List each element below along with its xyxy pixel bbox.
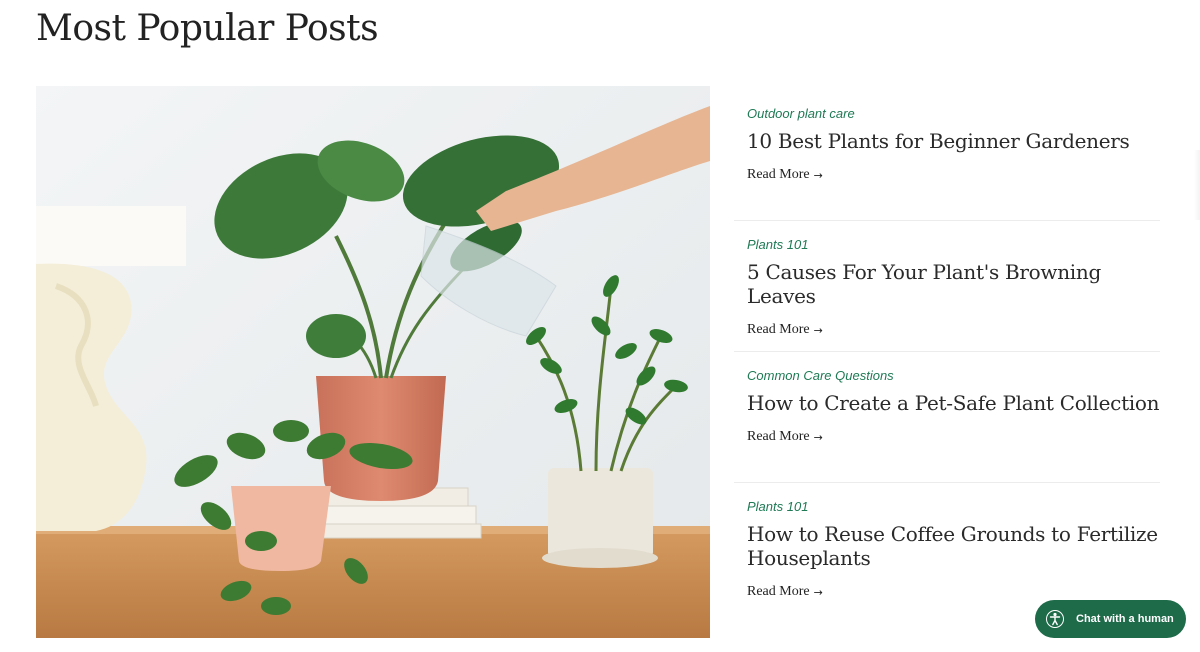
arrow-right-icon: → — [813, 585, 823, 599]
post-title-link[interactable]: How to Create a Pet-Safe Plant Collectio… — [747, 391, 1160, 415]
post-category-link[interactable]: Common Care Questions — [747, 368, 1160, 383]
read-more-link[interactable]: Read More → — [747, 322, 823, 338]
read-more-link[interactable]: Read More → — [747, 429, 823, 445]
post-title-link[interactable]: 10 Best Plants for Beginner Gardeners — [747, 129, 1160, 153]
arrow-right-icon: → — [813, 323, 823, 337]
post-category-link[interactable]: Plants 101 — [747, 499, 1160, 514]
post-item: Common Care Questions How to Create a Pe… — [734, 352, 1160, 483]
read-more-link[interactable]: Read More → — [747, 584, 823, 600]
scroll-edge-shadow — [1194, 150, 1200, 220]
read-more-label: Read More — [747, 584, 810, 599]
popular-posts-list: Outdoor plant care 10 Best Plants for Be… — [734, 90, 1160, 600]
read-more-label: Read More — [747, 167, 810, 182]
read-more-label: Read More — [747, 322, 810, 337]
post-item: Plants 101 5 Causes For Your Plant's Bro… — [734, 221, 1160, 352]
arrow-right-icon: → — [813, 168, 823, 182]
post-item: Plants 101 How to Reuse Coffee Grounds t… — [734, 483, 1160, 600]
hero-image[interactable] — [36, 86, 710, 638]
chat-button-label: Chat with a human — [1076, 613, 1174, 625]
post-title-link[interactable]: How to Reuse Coffee Grounds to Fertilize… — [747, 522, 1160, 570]
post-category-link[interactable]: Outdoor plant care — [747, 106, 1160, 121]
accessibility-icon — [1043, 607, 1067, 631]
arrow-right-icon: → — [813, 430, 823, 444]
post-category-link[interactable]: Plants 101 — [747, 237, 1160, 252]
post-item: Outdoor plant care 10 Best Plants for Be… — [734, 90, 1160, 221]
chat-with-human-button[interactable]: Chat with a human — [1035, 600, 1186, 638]
read-more-label: Read More — [747, 429, 810, 444]
page-title: Most Popular Posts — [36, 8, 379, 49]
plant-watering-photo — [36, 86, 710, 638]
read-more-link[interactable]: Read More → — [747, 167, 823, 183]
post-title-link[interactable]: 5 Causes For Your Plant's Browning Leave… — [747, 260, 1160, 308]
